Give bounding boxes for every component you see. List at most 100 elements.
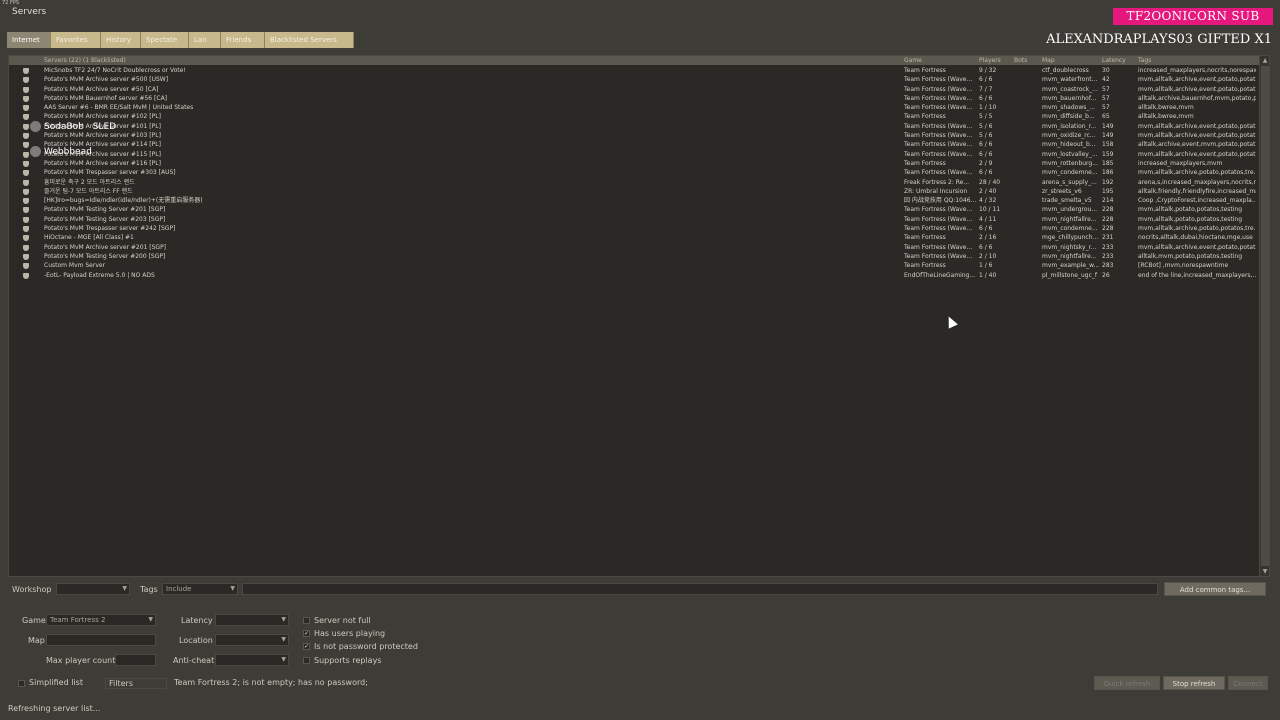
has-users-checkbox[interactable]: ✓ [303, 630, 310, 637]
tab-blacklisted-servers[interactable]: Blacklisted Servers [265, 32, 354, 48]
table-row[interactable]: Potato's MvM Archive server #103 [PL] Tea… [9, 131, 1259, 140]
server-tags: alltalk,bwree,mvm [1138, 113, 1194, 121]
server-map: mvm_coastrock_... [1042, 85, 1098, 93]
server-players: 10 / 11 [979, 206, 1001, 214]
scroll-thumb[interactable] [1261, 66, 1269, 566]
scroll-up-arrow[interactable]: ▲ [1261, 56, 1269, 65]
shield-icon [23, 179, 29, 186]
table-row[interactable]: -EotL- Payload Extreme 5.0 | NO ADS EndOf… [9, 271, 1259, 280]
connect-button[interactable]: Connect [1228, 676, 1268, 690]
server-tags: increased_maxplayers,mvm [1138, 159, 1223, 167]
location-select[interactable]: ▼ [215, 634, 289, 646]
tags-mode-select[interactable]: Include ▼ [162, 583, 238, 595]
column-servers[interactable]: Servers (22) (1 Blacklisted) [44, 56, 126, 65]
shield-icon [23, 235, 29, 242]
tags-input[interactable] [242, 583, 1158, 595]
server-latency: 228 [1102, 215, 1114, 223]
server-game: Team Fortress (Wave... [904, 215, 973, 223]
table-row[interactable]: 흥미로운 축구 2 모드 아트리스 랜드 Freak Fortress 2: Re… [9, 178, 1259, 187]
server-tags: mvm,alltalk,archive,event,potato,potat..… [1138, 132, 1256, 140]
server-game: Team Fortress (Wave... [904, 85, 973, 93]
column-tags[interactable]: Tags [1138, 56, 1151, 65]
column-map[interactable]: Map [1042, 56, 1055, 65]
table-row[interactable]: Potato's MvM Archive server #116 [PL] Tea… [9, 159, 1259, 168]
server-map: mvm_bauernhof... [1042, 94, 1097, 102]
shield-icon [23, 263, 29, 270]
max-player-input[interactable] [115, 654, 156, 666]
server-name: Potato's MvM Trespasser server #303 [AUS… [44, 169, 176, 177]
simplified-list-checkbox[interactable] [18, 680, 25, 687]
table-row[interactable]: MicSnobs TF2 24/7 NoCrit Doublecross or … [9, 66, 1259, 75]
table-row[interactable]: Potato's MvM Trespasser server #242 [SGP… [9, 224, 1259, 233]
table-row[interactable]: Potato's MvM Archive server #201 [SGP] Te… [9, 243, 1259, 252]
column-game[interactable]: Game [904, 56, 922, 65]
server-tabs: Internet Favorites History Spectate Lan … [7, 32, 354, 48]
chevron-down-icon: ▼ [122, 585, 127, 592]
no-password-checkbox[interactable]: ✓ [303, 643, 310, 650]
tab-favorites[interactable]: Favorites [51, 32, 101, 48]
server-name: [HK]Iro=bugs=Idle/ndler(idle/ndler)+(无需重… [44, 197, 203, 205]
table-row[interactable]: Potato's MvM Trespasser server #303 [AUS… [9, 168, 1259, 177]
game-select[interactable]: Team Fortress 2 ▼ [46, 614, 156, 626]
server-name: -EotL- Payload Extreme 5.0 | NO ADS [44, 271, 155, 279]
tab-friends[interactable]: Friends [221, 32, 265, 48]
tab-internet[interactable]: Internet [7, 32, 51, 48]
server-latency: 195 [1102, 187, 1114, 195]
table-row[interactable]: HiOctane - MGE [All Class] #1 Team Fortre… [9, 233, 1259, 242]
table-row[interactable]: Potato's MvM Archive server #114 [PL] Tea… [9, 140, 1259, 149]
tab-spectate[interactable]: Spectate [141, 32, 189, 48]
column-latency[interactable]: Latency [1102, 56, 1126, 65]
tags-label: Tags [140, 585, 158, 594]
list-scrollbar[interactable]: ▲ ▼ [1259, 56, 1269, 576]
table-row[interactable]: Potato's MvM Archive server #115 [PL] Tea… [9, 150, 1259, 159]
tab-history[interactable]: History [101, 32, 141, 48]
supports-replays-checkbox[interactable] [303, 657, 310, 664]
server-game: Team Fortress (Wave... [904, 225, 973, 233]
table-row[interactable]: Potato's MvM Archive server #101 [PL] Tea… [9, 122, 1259, 131]
column-players[interactable]: Players [979, 56, 1001, 65]
filters-button[interactable]: Filters [105, 678, 167, 689]
server-players: 2 / 10 [979, 252, 997, 260]
quick-refresh-button[interactable]: Quick refresh [1094, 676, 1160, 690]
server-not-full-checkbox[interactable] [303, 617, 310, 624]
table-row[interactable]: Potato's MvM Archive server #500 [USW] Te… [9, 75, 1259, 84]
no-password-label: Is not password protected [314, 642, 418, 651]
server-name: 흥미로운 축구 2 모드 아트리스 랜드 [44, 178, 135, 186]
table-row[interactable]: Potato's MvM Testing Server #203 [SGP] Te… [9, 215, 1259, 224]
server-name: Custom Mvm Server [44, 262, 106, 270]
server-list[interactable]: Servers (22) (1 Blacklisted) Game Player… [8, 55, 1270, 577]
table-row[interactable]: Potato's MvM Testing Server #201 [SGP] Te… [9, 205, 1259, 214]
table-row[interactable]: AAS Server #6 - BMR EE/Salt MvM | United… [9, 103, 1259, 112]
add-common-tags-button[interactable]: Add common tags... [1164, 582, 1266, 596]
table-row[interactable]: Custom Mvm Server Team Fortress 1 / 6 mvm_e… [9, 261, 1259, 270]
latency-select[interactable]: ▼ [215, 614, 289, 626]
stop-refresh-button[interactable]: Stop refresh [1163, 676, 1225, 690]
shield-icon [23, 244, 29, 251]
scroll-down-arrow[interactable]: ▼ [1261, 567, 1269, 576]
tab-lan[interactable]: Lan [189, 32, 221, 48]
server-tags: [RCBot] ,mvm,norespawntime [1138, 262, 1229, 270]
server-latency: 185 [1102, 159, 1114, 167]
shield-icon [23, 142, 29, 149]
server-tags: mvm,alltalk,potato,potatos,testing [1138, 215, 1243, 223]
table-row[interactable]: Potato's MvM Archive server #50 [CA] Team… [9, 85, 1259, 94]
server-tags: mvm,alltalk,archive,event,potato,potat..… [1138, 76, 1256, 84]
table-row[interactable]: Potato's MvM Bauernhof server #56 [CA] Te… [9, 94, 1259, 103]
table-row[interactable]: 즐거운 팀-7 모드 아트리스 FF 랜드 ZR: Umbral Incursio… [9, 187, 1259, 196]
table-row[interactable]: Potato's MvM Archive server #102 [PL] Tea… [9, 112, 1259, 121]
table-row[interactable]: Potato's MvM Testing Server #200 [SGP] Te… [9, 252, 1259, 261]
workshop-select[interactable]: ▼ [56, 583, 130, 595]
table-row[interactable]: [HK]Iro=bugs=Idle/ndler(idle/ndler)+(无需重… [9, 196, 1259, 205]
server-name: MicSnobs TF2 24/7 NoCrit Doublecross or … [44, 67, 186, 74]
anticheat-select[interactable]: ▼ [215, 654, 289, 666]
server-tags: nocrits,alltalk,dubai,hioctane,mge,use [1138, 234, 1253, 242]
column-bots[interactable]: Bots [1014, 56, 1027, 65]
server-tags: Coop ,CryptoForest,increased_maxpla... [1138, 197, 1256, 205]
map-input[interactable] [46, 634, 156, 646]
server-game: Team Fortress (Wave... [904, 169, 973, 177]
server-tags: mvm,alltalk,archive,event,potato,potat..… [1138, 243, 1256, 251]
server-game: Team Fortress [904, 67, 946, 74]
server-map: mvm_isolation_r... [1042, 122, 1097, 130]
shield-icon [23, 123, 29, 130]
server-latency: 158 [1102, 141, 1114, 149]
